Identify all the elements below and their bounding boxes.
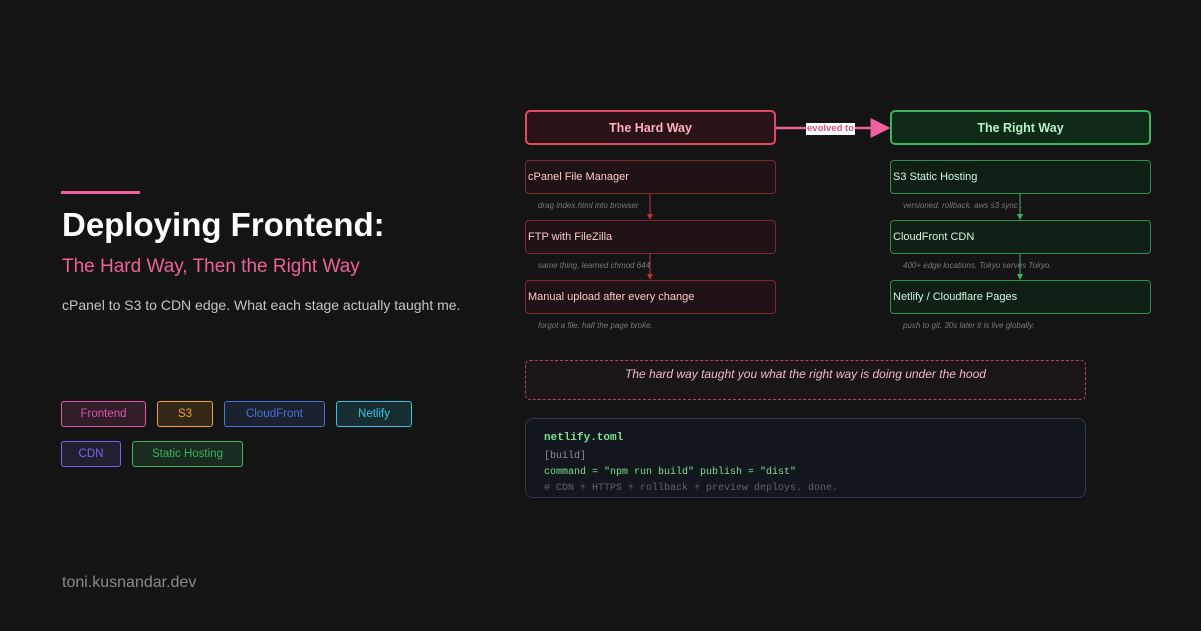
hard-step-note: drag index.html into browser <box>538 201 639 210</box>
code-line: command = "npm run build" publish = "dis… <box>544 467 797 478</box>
right-step-s3: S3 Static Hosting <box>890 160 1151 194</box>
right-step-note: 400+ edge locations. Tokyo serves Tokyo. <box>903 261 1052 270</box>
hard-way-header: The Hard Way <box>525 110 776 145</box>
hard-step-note: same thing, learned chmod 644 <box>538 261 651 270</box>
hard-step-manual-upload: Manual upload after every change <box>525 280 776 314</box>
evolved-label: evolved to <box>806 123 855 135</box>
right-step-note: push to git. 30s later it is live global… <box>903 321 1035 330</box>
callout-box: The hard way taught you what the right w… <box>525 360 1086 400</box>
right-step-note: versioned. rollback. aws s3 sync . <box>903 201 1023 210</box>
code-block: netlify.toml [build] command = "npm run … <box>525 418 1086 498</box>
code-comment: # CDN + HTTPS + rollback + preview deplo… <box>544 483 839 494</box>
hard-step-note: forgot a file. half the page broke. <box>538 321 653 330</box>
right-way-header: The Right Way <box>890 110 1151 145</box>
hard-step-cpanel: cPanel File Manager <box>525 160 776 194</box>
diagram-connectors <box>647 118 1023 280</box>
right-step-cloudfront: CloudFront CDN <box>890 220 1151 254</box>
callout-text: The hard way taught you what the right w… <box>625 367 986 381</box>
code-filename: netlify.toml <box>544 432 624 444</box>
right-step-netlify: Netlify / Cloudflare Pages <box>890 280 1151 314</box>
hard-step-ftp: FTP with FileZilla <box>525 220 776 254</box>
code-line: [build] <box>544 451 587 462</box>
